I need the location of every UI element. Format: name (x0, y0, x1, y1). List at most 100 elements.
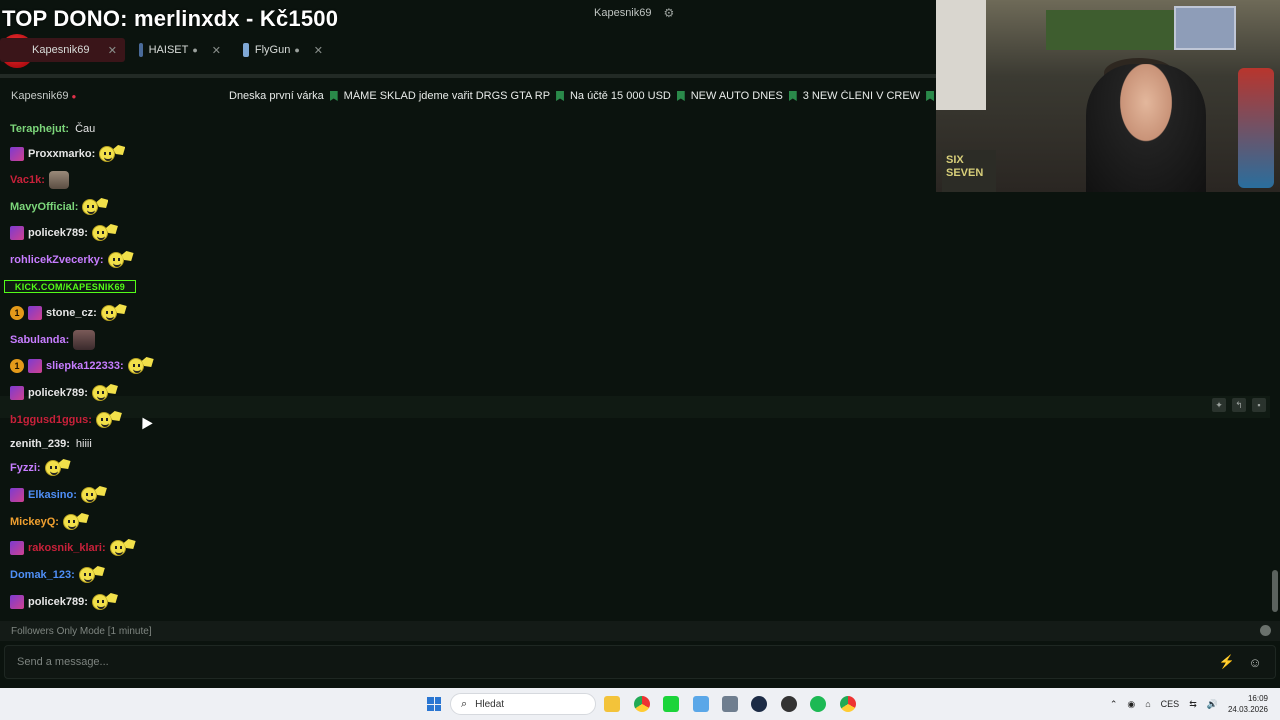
smile-wave-emote-icon (91, 384, 118, 401)
network-icon[interactable]: ⇆ (1189, 699, 1197, 710)
basketball-hoop (1174, 6, 1236, 50)
clock[interactable]: 16:09 24.03.2026 (1228, 693, 1268, 715)
chat-username[interactable]: zenith_239: (10, 438, 70, 450)
cat-emote-icon (48, 171, 69, 189)
chat-username[interactable]: rohlicekZvecerky: (10, 254, 104, 266)
chat-username[interactable]: Fyzzi: (10, 462, 41, 474)
wall-poster (936, 0, 986, 110)
volume-icon[interactable]: 🔊 (1207, 699, 1218, 710)
smile-wave-emote-icon (82, 198, 109, 215)
smiley-icon (80, 487, 97, 503)
chat-username[interactable]: Elkasino: (28, 489, 77, 501)
smile-wave-emote-icon (91, 224, 118, 241)
chat-message: Vac1k: (10, 169, 69, 191)
gear-icon[interactable]: ⚙ (664, 6, 675, 20)
smile-wave-emote-icon (109, 539, 136, 556)
chat-text: hiiii (75, 438, 92, 450)
ticker-item: MÁME SKLAD jdeme vařit DRGS GTA RP (343, 90, 551, 102)
chat-username[interactable]: policek789: (28, 227, 88, 239)
smiley-icon (107, 252, 124, 268)
chat-username[interactable]: Vac1k: (10, 174, 45, 186)
windows-start-icon[interactable] (427, 697, 441, 711)
chat-username[interactable]: Teraphejut: (10, 123, 69, 135)
live-dot-icon: ● (71, 92, 77, 101)
smiley-icon (99, 146, 116, 162)
message-input-container: ⚡ ☺ (4, 645, 1276, 679)
emote-picker-icon[interactable]: ☺ (1247, 654, 1263, 670)
tray-app-icon[interactable]: ⌂ (1145, 699, 1150, 709)
leaf-icon (926, 91, 934, 101)
message-input[interactable] (17, 656, 1219, 668)
info-icon[interactable] (1260, 625, 1271, 636)
chat-username[interactable]: rakosnik_klari: (28, 542, 106, 554)
smile-wave-emote-icon (99, 145, 126, 162)
app-icon[interactable] (693, 696, 709, 712)
ticker-item: 3 NEW ČLENI V CREW (802, 90, 921, 102)
close-icon[interactable]: ✕ (94, 44, 117, 57)
followers-only-mode-text: Followers Only Mode [1 minute] (11, 625, 152, 637)
close-icon[interactable]: ✕ (300, 44, 323, 57)
ticker-item: Na účtě 15 000 USD (569, 90, 671, 102)
chat-text: Čau (75, 123, 96, 135)
tab-kapesnik69[interactable]: Kapesnik69 ✕ (0, 38, 125, 62)
app-icon[interactable] (781, 696, 797, 712)
chat-scrollbar[interactable] (1272, 570, 1278, 612)
chrome-profile-icon[interactable] (840, 696, 856, 712)
chat-mode-bar: Followers Only Mode [1 minute] (0, 621, 1280, 641)
gifter-badge-icon: 1 (10, 306, 24, 320)
chevron-up-icon[interactable]: ⌃ (1110, 699, 1118, 710)
chat-message: Teraphejut: Čau (10, 118, 95, 140)
subscriber-badge-icon (10, 386, 24, 400)
spotify-icon[interactable] (810, 696, 826, 712)
kick-app-icon[interactable] (663, 696, 679, 712)
clock-date: 24.03.2026 (1227, 705, 1268, 714)
chat-username[interactable]: stone_cz: (46, 307, 97, 319)
chat-username[interactable]: b1ggusd1ggus: (10, 414, 92, 426)
smiley-icon (44, 460, 61, 476)
chat-message: zenith_239: hiiii (10, 433, 92, 455)
tab-label: HAISET (148, 44, 189, 56)
smile-wave-emote-icon (95, 411, 122, 428)
chat-username[interactable]: Sabulanda: (10, 334, 69, 346)
chat-message: Elkasino: (10, 484, 107, 506)
chat-username[interactable]: Domak_123: (10, 569, 75, 581)
file-explorer-icon[interactable] (604, 696, 620, 712)
language-indicator[interactable]: CES (1161, 699, 1180, 709)
smiley-icon (91, 385, 108, 401)
channel-info-bar: Kapesnik69 ● Dneska první várka MÁME SKLA… (0, 84, 936, 108)
translate-icon[interactable]: ⚡ (1219, 654, 1235, 670)
wave-hand-icon (96, 198, 109, 208)
chat-username[interactable]: Proxxmarko: (28, 148, 95, 160)
face-icon (73, 330, 96, 350)
header-divider (0, 74, 936, 78)
smile-wave-emote-icon (78, 566, 105, 583)
chat-username[interactable]: policek789: (28, 387, 88, 399)
smiley-icon (91, 225, 108, 241)
chat-message: rohlicekZvecerky: (10, 249, 134, 271)
top-channel-switcher[interactable]: Kapesnik69 ⚙ (594, 4, 674, 22)
close-icon[interactable]: ✕ (198, 44, 221, 57)
tab-flygun[interactable]: FlyGun ● ✕ (235, 38, 331, 62)
chat-username[interactable]: sliepka122333: (46, 360, 124, 372)
top-channel-label: Kapesnik69 (594, 7, 652, 19)
tab-label: Kapesnik69 (32, 44, 90, 56)
settings-icon[interactable] (722, 696, 738, 712)
smile-wave-emote-icon (62, 513, 89, 530)
streamer (1086, 64, 1206, 192)
channel-tabs: Kapesnik69 ✕ HAISET ● ✕ FlyGun ● ✕ (0, 38, 331, 62)
chat-message: Domak_123: (10, 564, 105, 586)
steam-icon[interactable] (751, 696, 767, 712)
chrome-icon[interactable] (634, 696, 650, 712)
tab-haiset[interactable]: HAISET ● ✕ (131, 38, 229, 62)
face-emote-icon (73, 330, 96, 350)
channel-name[interactable]: Kapesnik69 ● (11, 90, 229, 102)
taskbar-search[interactable]: ⌕ Hledat (450, 693, 596, 715)
smile-wave-emote-icon (91, 593, 118, 610)
tray-app-icon[interactable]: ◉ (1127, 699, 1135, 710)
chat-username[interactable]: MavyOfficial: (10, 201, 78, 213)
chat-username[interactable]: policek789: (28, 596, 88, 608)
chat-username[interactable]: MickeyQ: (10, 516, 59, 528)
chat-message: Fyzzi: (10, 457, 71, 479)
smiley-icon (91, 594, 108, 610)
chat-message: policek789: (10, 222, 118, 244)
